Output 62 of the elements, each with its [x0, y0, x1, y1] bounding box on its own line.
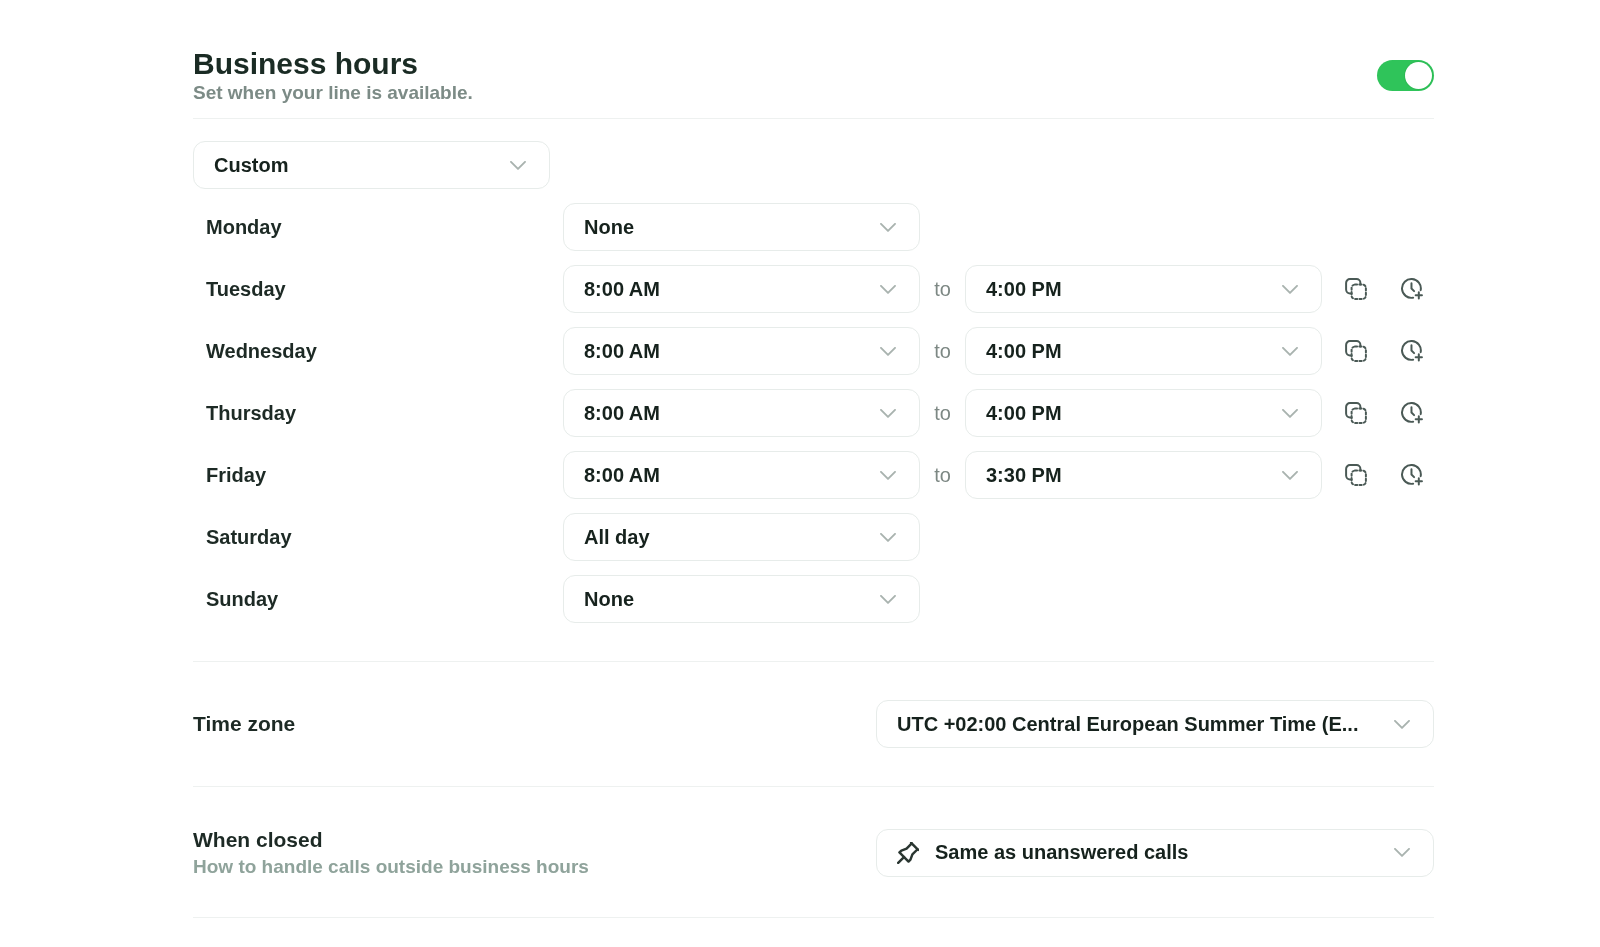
start-time-select[interactable]: 8:00 AM	[563, 451, 920, 499]
chevron-down-icon	[880, 594, 896, 604]
chevron-down-icon	[880, 408, 896, 418]
start-time-select[interactable]: 8:00 AM	[563, 265, 920, 313]
add-time-button[interactable]	[1401, 464, 1423, 486]
time-zone-select[interactable]: UTC +02:00 Central European Summer Time (E...	[876, 700, 1434, 748]
clock-plus-icon	[1401, 402, 1423, 424]
when-closed-description: How to handle calls outside business hours	[193, 855, 589, 878]
copy-button[interactable]	[1345, 278, 1367, 300]
pin-icon	[897, 841, 919, 864]
end-time-select[interactable]: 3:30 PM	[965, 451, 1322, 499]
start-time-select[interactable]: 8:00 AM	[563, 389, 920, 437]
time-zone-label: Time zone	[193, 711, 296, 737]
chevron-down-icon	[880, 346, 896, 356]
clock-plus-icon	[1401, 278, 1423, 300]
day-label: Sunday	[205, 587, 279, 611]
chevron-down-icon	[510, 160, 526, 170]
copy-icon	[1345, 402, 1367, 424]
schedule-preset-select[interactable]: Custom	[193, 141, 550, 189]
chevron-down-icon	[1282, 408, 1298, 418]
range-separator: to	[934, 463, 951, 487]
range-separator: to	[934, 401, 951, 425]
clock-plus-icon	[1401, 340, 1423, 362]
chevron-down-icon	[880, 284, 896, 294]
copy-icon	[1345, 464, 1367, 486]
range-separator: to	[934, 277, 951, 301]
toggle-switch[interactable]	[1377, 60, 1434, 91]
copy-button[interactable]	[1345, 340, 1367, 362]
start-time-select[interactable]: 8:00 AM	[563, 327, 920, 375]
end-time-select[interactable]: 4:00 PM	[965, 265, 1322, 313]
end-time-select[interactable]: 4:00 PM	[965, 389, 1322, 437]
chevron-down-icon	[1282, 470, 1298, 480]
day-label: Friday	[205, 463, 267, 487]
hours-select[interactable]: None	[563, 575, 920, 623]
day-label: Tuesday	[205, 277, 286, 301]
day-label: Saturday	[205, 525, 292, 549]
chevron-down-icon	[1394, 719, 1410, 729]
chevron-down-icon	[1394, 848, 1410, 857]
day-label: Thursday	[205, 401, 297, 425]
chevron-down-icon	[880, 222, 896, 232]
add-time-button[interactable]	[1401, 278, 1423, 300]
clock-plus-icon	[1401, 464, 1423, 486]
add-time-button[interactable]	[1401, 402, 1423, 424]
copy-button[interactable]	[1345, 464, 1367, 486]
chevron-down-icon	[880, 470, 896, 480]
copy-button[interactable]	[1345, 402, 1367, 424]
add-time-button[interactable]	[1401, 340, 1423, 362]
hours-select[interactable]: All day	[563, 513, 920, 561]
copy-icon	[1345, 340, 1367, 362]
day-label: Wednesday	[205, 339, 317, 363]
chevron-down-icon	[880, 532, 896, 542]
hours-select[interactable]: None	[563, 203, 920, 251]
copy-icon	[1345, 278, 1367, 300]
closed-action-select[interactable]: Same as unanswered calls	[876, 828, 1434, 877]
day-label: Monday	[205, 215, 282, 239]
when-closed-label: When closed	[193, 827, 324, 853]
range-separator: to	[934, 339, 951, 363]
chevron-down-icon	[1282, 284, 1298, 294]
section-title: Business hours	[193, 47, 420, 81]
chevron-down-icon	[1282, 346, 1298, 356]
section-subtitle: Set when your line is available.	[193, 81, 473, 104]
end-time-select[interactable]: 4:00 PM	[965, 327, 1322, 375]
